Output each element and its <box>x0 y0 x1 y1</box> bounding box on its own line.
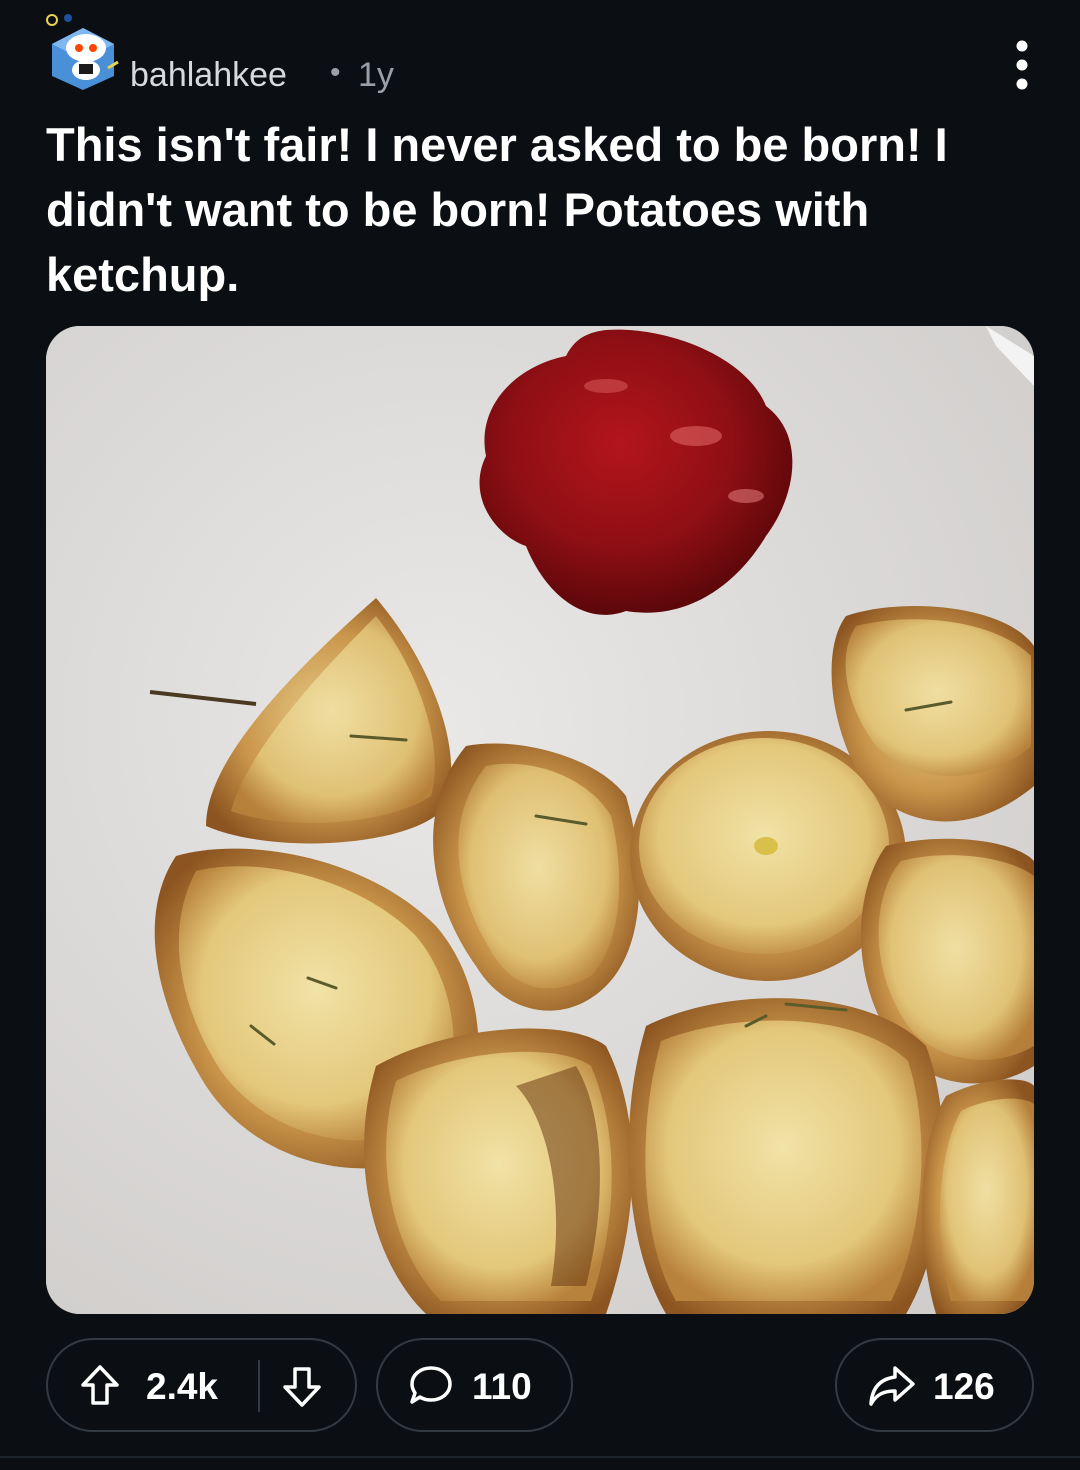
post-actions: 2.4k 110 126 <box>46 1338 1034 1434</box>
post-divider <box>0 1456 1080 1458</box>
share-arrow-icon <box>867 1364 917 1413</box>
avatar-icon[interactable] <box>46 14 120 90</box>
comment-button[interactable]: 110 <box>376 1338 573 1432</box>
post-image[interactable] <box>46 326 1034 1314</box>
share-button[interactable]: 126 <box>835 1338 1034 1432</box>
vote-bar: 2.4k <box>46 1338 357 1432</box>
more-vertical-icon[interactable] <box>1010 40 1034 90</box>
post-age: 1y <box>358 56 394 94</box>
upvote-button[interactable]: 2.4k <box>48 1340 256 1430</box>
comment-bubble-icon <box>408 1364 454 1413</box>
arrow-up-icon <box>80 1364 120 1411</box>
downvote-button[interactable] <box>262 1340 354 1430</box>
vote-divider <box>258 1360 260 1412</box>
author-username[interactable]: bahlahkee <box>130 56 287 95</box>
comment-count: 110 <box>472 1366 532 1407</box>
upvote-count: 2.4k <box>146 1366 219 1407</box>
share-count: 126 <box>933 1366 995 1407</box>
photo-icon <box>46 326 1034 1314</box>
arrow-down-icon <box>282 1366 322 1413</box>
post-header: bahlahkee • 1y <box>46 14 1034 98</box>
post-title[interactable]: This isn't fair! I never asked to be bor… <box>46 112 1006 307</box>
meta-separator: • <box>330 56 341 89</box>
